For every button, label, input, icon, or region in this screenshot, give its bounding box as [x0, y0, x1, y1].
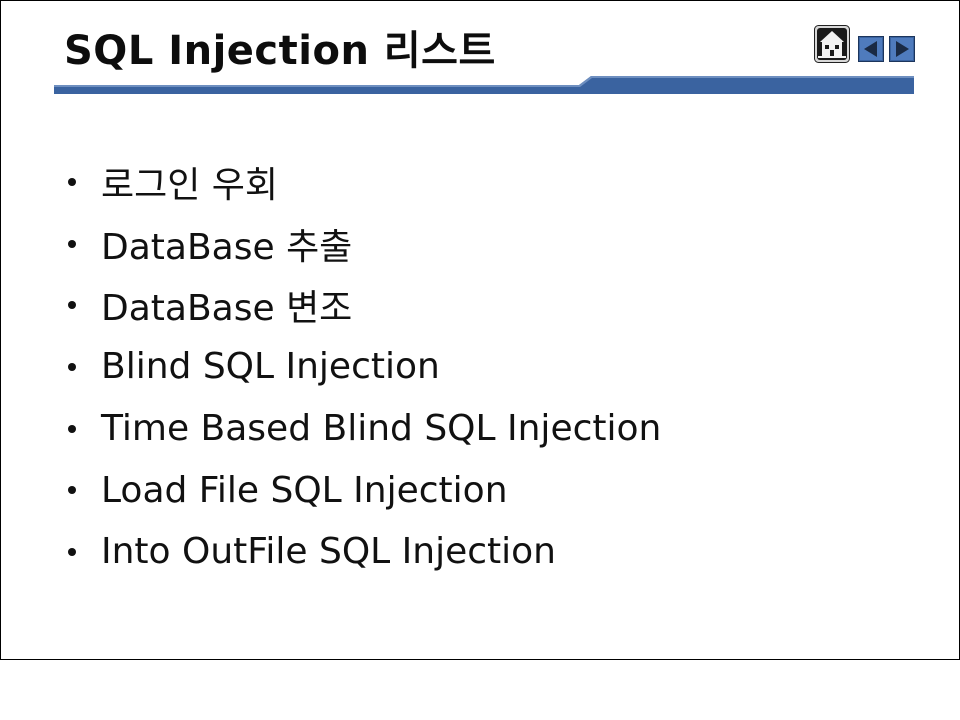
bullet-text: Time Based Blind SQL Injection — [101, 408, 662, 450]
bullet-dot-icon — [68, 301, 76, 310]
nav-controls — [811, 25, 921, 65]
bullet-dot-icon — [68, 239, 76, 248]
bullet-item: Blind SQL Injection — [61, 336, 661, 398]
bullet-dot-icon — [68, 547, 76, 556]
bullet-dot-icon — [68, 362, 76, 371]
bullet-item: 로그인 우회 — [61, 151, 661, 213]
bullet-item: Time Based Blind SQL Injection — [61, 398, 661, 460]
bullet-item: Load File SQL Injection — [61, 459, 661, 521]
bullet-text: DataBase 변조 — [101, 288, 353, 330]
bullet-dot-icon — [68, 424, 76, 433]
bullet-text: Blind SQL Injection — [101, 346, 440, 388]
bullet-text: 로그인 우회 — [101, 164, 279, 206]
bullet-item: Into OutFile SQL Injection — [61, 521, 661, 583]
bullet-dot-icon — [68, 177, 76, 186]
bullet-item: DataBase 변조 — [61, 274, 661, 336]
bullet-text: Load File SQL Injection — [101, 469, 508, 511]
bullet-item: DataBase 추출 — [61, 213, 661, 275]
slide: SQL Injection 리스트 로그인 우회 DataBase 추출 Dat… — [0, 0, 960, 660]
bullet-dot-icon — [68, 486, 76, 495]
bullet-text: DataBase 추출 — [101, 226, 353, 268]
bullet-text: Into OutFile SQL Injection — [101, 531, 556, 573]
triangle-left-icon[interactable] — [858, 36, 884, 62]
bullet-list: 로그인 우회 DataBase 추출 DataBase 변조 Blind SQL… — [61, 151, 661, 583]
haunted-house-icon[interactable] — [814, 25, 850, 63]
triangle-right-icon[interactable] — [889, 36, 915, 62]
